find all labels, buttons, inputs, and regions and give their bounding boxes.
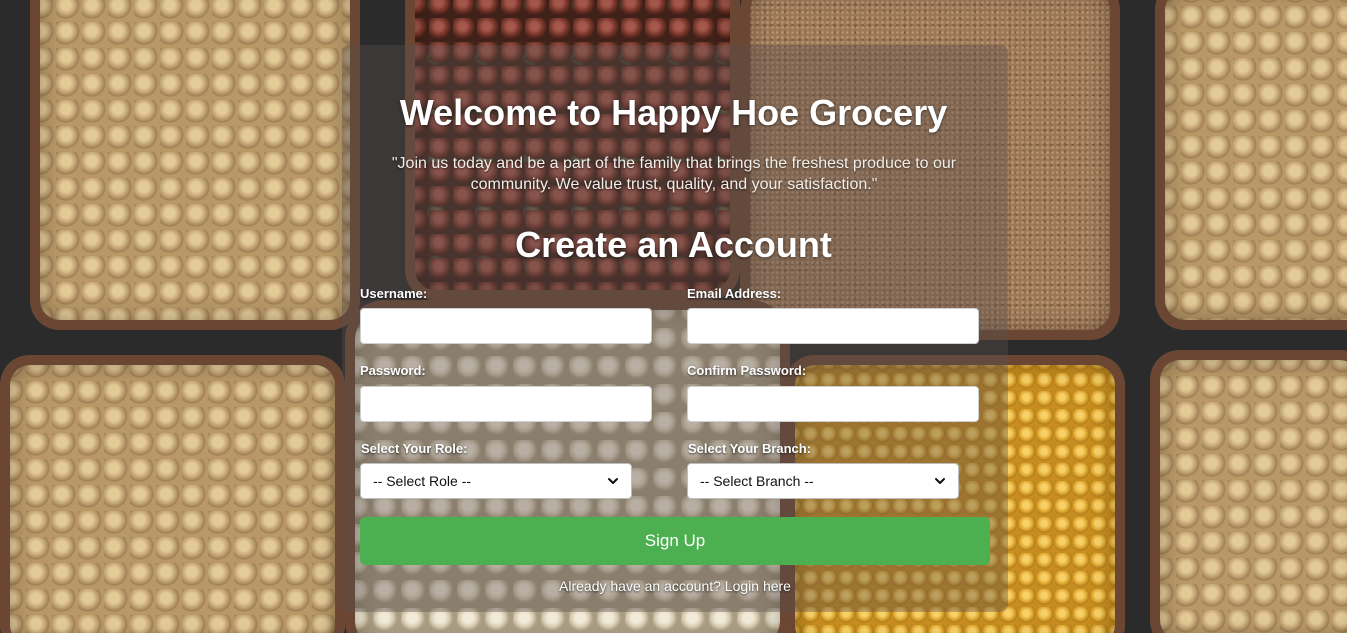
confirm-password-label: Confirm Password: — [687, 363, 807, 378]
role-select[interactable]: -- Select Role -- — [360, 463, 632, 499]
bowl-soybeans-right-top — [1155, 0, 1347, 330]
login-prompt-line: Already have an account? Login here — [360, 578, 990, 594]
email-input[interactable] — [687, 308, 979, 344]
role-label: Select Your Role: — [361, 441, 468, 456]
branch-label: Select Your Branch: — [688, 441, 812, 456]
welcome-title: Welcome to Happy Hoe Grocery — [399, 92, 948, 133]
password-input[interactable] — [360, 386, 652, 422]
tagline: "Join us today and be a part of the fami… — [391, 155, 957, 193]
bowl-soybeans-right-bottom — [1150, 350, 1347, 633]
bowl-soybeans-top-left — [30, 0, 360, 330]
chevron-down-icon — [608, 478, 618, 484]
login-link[interactable]: Login here — [725, 578, 791, 594]
sign-up-button[interactable]: Sign Up — [360, 517, 990, 565]
login-prompt-text: Already have an account? — [559, 578, 721, 594]
username-input[interactable] — [360, 308, 652, 344]
role-select-value: -- Select Role -- — [373, 473, 472, 489]
username-label: Username: — [360, 286, 428, 301]
password-label: Password: — [360, 363, 426, 378]
confirm-password-input[interactable] — [687, 386, 979, 422]
chevron-down-icon — [935, 478, 945, 484]
branch-select-value: -- Select Branch -- — [700, 473, 814, 489]
email-label: Email Address: — [687, 286, 782, 301]
branch-select[interactable]: -- Select Branch -- — [687, 463, 959, 499]
bowl-soybeans-bottom-left — [0, 355, 345, 633]
form-title: Create an Account — [515, 224, 832, 265]
